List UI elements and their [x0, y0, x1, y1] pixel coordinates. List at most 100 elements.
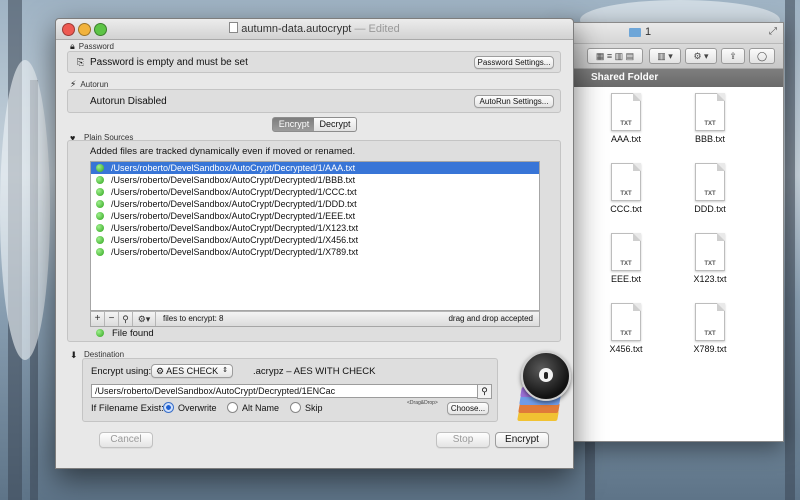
action-gear-button[interactable]: ⚙ ▾ [685, 48, 717, 64]
source-file-list[interactable]: /Users/roberto/DevelSandbox/AutoCrypt/De… [90, 161, 540, 311]
destination-path-field[interactable]: /Users/roberto/DevelSandbox/AutoCrypt/De… [91, 384, 482, 398]
tab-encrypt[interactable]: Encrypt [272, 117, 316, 132]
finder-file-item[interactable]: TXT DDD.txt [675, 163, 745, 214]
finder-file-item[interactable]: TXT X789.txt [675, 303, 745, 354]
view-mode-buttons[interactable]: ▦ ≡ ▥ ▤ [587, 48, 643, 64]
remove-file-button[interactable]: − [105, 312, 119, 326]
plain-sources-box: Added files are tracked dynamically even… [67, 140, 561, 342]
status-ok-icon [96, 329, 104, 337]
arrange-button[interactable]: ▥ ▾ [649, 48, 681, 64]
file-path: /Users/roberto/DevelSandbox/AutoCrypt/De… [111, 211, 356, 221]
text-file-icon: TXT [611, 303, 641, 341]
window-titlebar[interactable]: autumn-data.autocrypt — Edited [56, 19, 573, 40]
status-ok-icon [96, 188, 104, 196]
window-title: autumn-data.autocrypt — Edited [56, 22, 573, 35]
file-ext-label: TXT [620, 331, 632, 337]
finder-file-item[interactable]: TXT EEE.txt [591, 233, 661, 284]
radio-indicator [290, 402, 301, 413]
list-toolbar: + − ⚲ ⚙▾ files to encrypt: 8 drag and dr… [90, 311, 540, 327]
drag-hint: drag and drop accepted [448, 314, 533, 323]
status-ok-icon [96, 224, 104, 232]
text-file-icon: TXT [695, 303, 725, 341]
finder-file-item[interactable]: TXT CCC.txt [591, 163, 661, 214]
finder-title: 1 [645, 26, 652, 38]
snow-patch [0, 60, 50, 360]
file-ext-label: TXT [704, 261, 716, 267]
key-icon: ⎘ [77, 57, 85, 67]
radio-alt-name[interactable]: Alt Name [227, 402, 279, 414]
if-exists-label: If Filename Exist: [91, 403, 164, 414]
file-path: /Users/roberto/DevelSandbox/AutoCrypt/De… [111, 163, 356, 173]
status-ok-icon [96, 212, 104, 220]
encrypt-button[interactable]: Encrypt [495, 432, 549, 448]
autorun-box: Autorun Disabled AutoRun Settings... [67, 89, 561, 113]
file-path: /Users/roberto/DevelSandbox/AutoCrypt/De… [111, 187, 357, 197]
encrypt-using-label: Encrypt using: [91, 366, 152, 377]
status-ok-icon [96, 236, 104, 244]
finder-file-item[interactable]: TXT X123.txt [675, 233, 745, 284]
password-settings-button[interactable]: Password Settings... [474, 56, 554, 69]
finder-file-item[interactable]: TXT BBB.txt [675, 93, 745, 144]
file-ext-label: TXT [620, 261, 632, 267]
status-ok-icon [96, 248, 104, 256]
file-path: /Users/roberto/DevelSandbox/AutoCrypt/De… [111, 199, 357, 209]
file-list-row[interactable]: /Users/roberto/DevelSandbox/AutoCrypt/De… [91, 162, 539, 174]
password-message: Password is empty and must be set [90, 57, 248, 68]
file-name: AAA.txt [610, 134, 641, 144]
share-button[interactable]: ⇪ [721, 48, 745, 64]
finder-file-item[interactable]: TXT X456.txt [591, 303, 661, 354]
sources-info-text: Added files are tracked dynamically even… [90, 146, 356, 157]
edited-status: — Edited [354, 23, 400, 35]
tags-button[interactable]: ◯ [749, 48, 775, 64]
autorun-message: Autorun Disabled [90, 96, 167, 107]
radio-skip[interactable]: Skip [290, 402, 323, 414]
folder-icon [629, 28, 641, 37]
file-name: X789.txt [693, 344, 727, 354]
fullscreen-icon[interactable]: ⤢ [769, 26, 777, 37]
shared-folder-header: Shared Folder [561, 69, 783, 87]
gear-menu-button[interactable]: ⚙▾ [133, 312, 156, 326]
tree-trunk [785, 0, 795, 500]
stop-button[interactable]: Stop [436, 432, 490, 448]
file-name: DDD.txt [694, 204, 726, 214]
status-text: File found [112, 328, 154, 339]
file-list-row[interactable]: /Users/roberto/DevelSandbox/AutoCrypt/De… [91, 210, 539, 222]
add-file-button[interactable]: + [91, 312, 105, 326]
tab-decrypt[interactable]: Decrypt [314, 117, 357, 132]
finder-toolbar: ▦ ≡ ▥ ▤ ▥ ▾ ⚙ ▾ ⇪ ◯ [561, 44, 783, 69]
drag-drop-label: <Drag&Drop> [407, 400, 438, 406]
file-ext-label: TXT [704, 191, 716, 197]
choose-button[interactable]: Choose... [447, 402, 489, 415]
encryption-method-select[interactable]: ⚙ AES CHECK ⇕ [151, 364, 233, 378]
status-ok-icon [96, 164, 104, 172]
search-icon[interactable]: ⚲ [119, 312, 133, 326]
finder-titlebar[interactable]: 1 ⤢ [561, 23, 783, 44]
status-ok-icon [96, 200, 104, 208]
password-box: ⎘ Password is empty and must be set Pass… [67, 51, 561, 73]
file-path: /Users/roberto/DevelSandbox/AutoCrypt/De… [111, 247, 359, 257]
cancel-button[interactable]: Cancel [99, 432, 153, 448]
autorun-settings-button[interactable]: AutoRun Settings... [474, 95, 554, 108]
destination-box: Encrypt using: ⚙ AES CHECK ⇕ .acrypz – A… [82, 358, 498, 422]
text-file-icon: TXT [611, 93, 641, 131]
radio-indicator [227, 402, 238, 413]
file-list-row[interactable]: /Users/roberto/DevelSandbox/AutoCrypt/De… [91, 174, 539, 186]
file-list-row[interactable]: /Users/roberto/DevelSandbox/AutoCrypt/De… [91, 186, 539, 198]
file-list-row[interactable]: /Users/roberto/DevelSandbox/AutoCrypt/De… [91, 198, 539, 210]
files-count: files to encrypt: 8 [163, 314, 224, 323]
file-path: /Users/roberto/DevelSandbox/AutoCrypt/De… [111, 175, 356, 185]
search-icon[interactable]: ⚲ [477, 384, 492, 399]
file-ext-label: TXT [620, 191, 632, 197]
finder-file-item[interactable]: TXT AAA.txt [591, 93, 661, 144]
text-file-icon: TXT [611, 233, 641, 271]
encrypt-lock-icon[interactable] [521, 351, 571, 401]
file-path: /Users/roberto/DevelSandbox/AutoCrypt/De… [111, 235, 359, 245]
document-name: autumn-data.autocrypt [241, 23, 352, 35]
file-list-row[interactable]: /Users/roberto/DevelSandbox/AutoCrypt/De… [91, 222, 539, 234]
radio-overwrite[interactable]: Overwrite [163, 402, 217, 414]
file-list-row[interactable]: /Users/roberto/DevelSandbox/AutoCrypt/De… [91, 234, 539, 246]
autocrypt-window: autumn-data.autocrypt — Edited 🔒︎ Passwor… [55, 18, 574, 469]
text-file-icon: TXT [611, 163, 641, 201]
file-list-row[interactable]: /Users/roberto/DevelSandbox/AutoCrypt/De… [91, 246, 539, 258]
text-file-icon: TXT [695, 163, 725, 201]
